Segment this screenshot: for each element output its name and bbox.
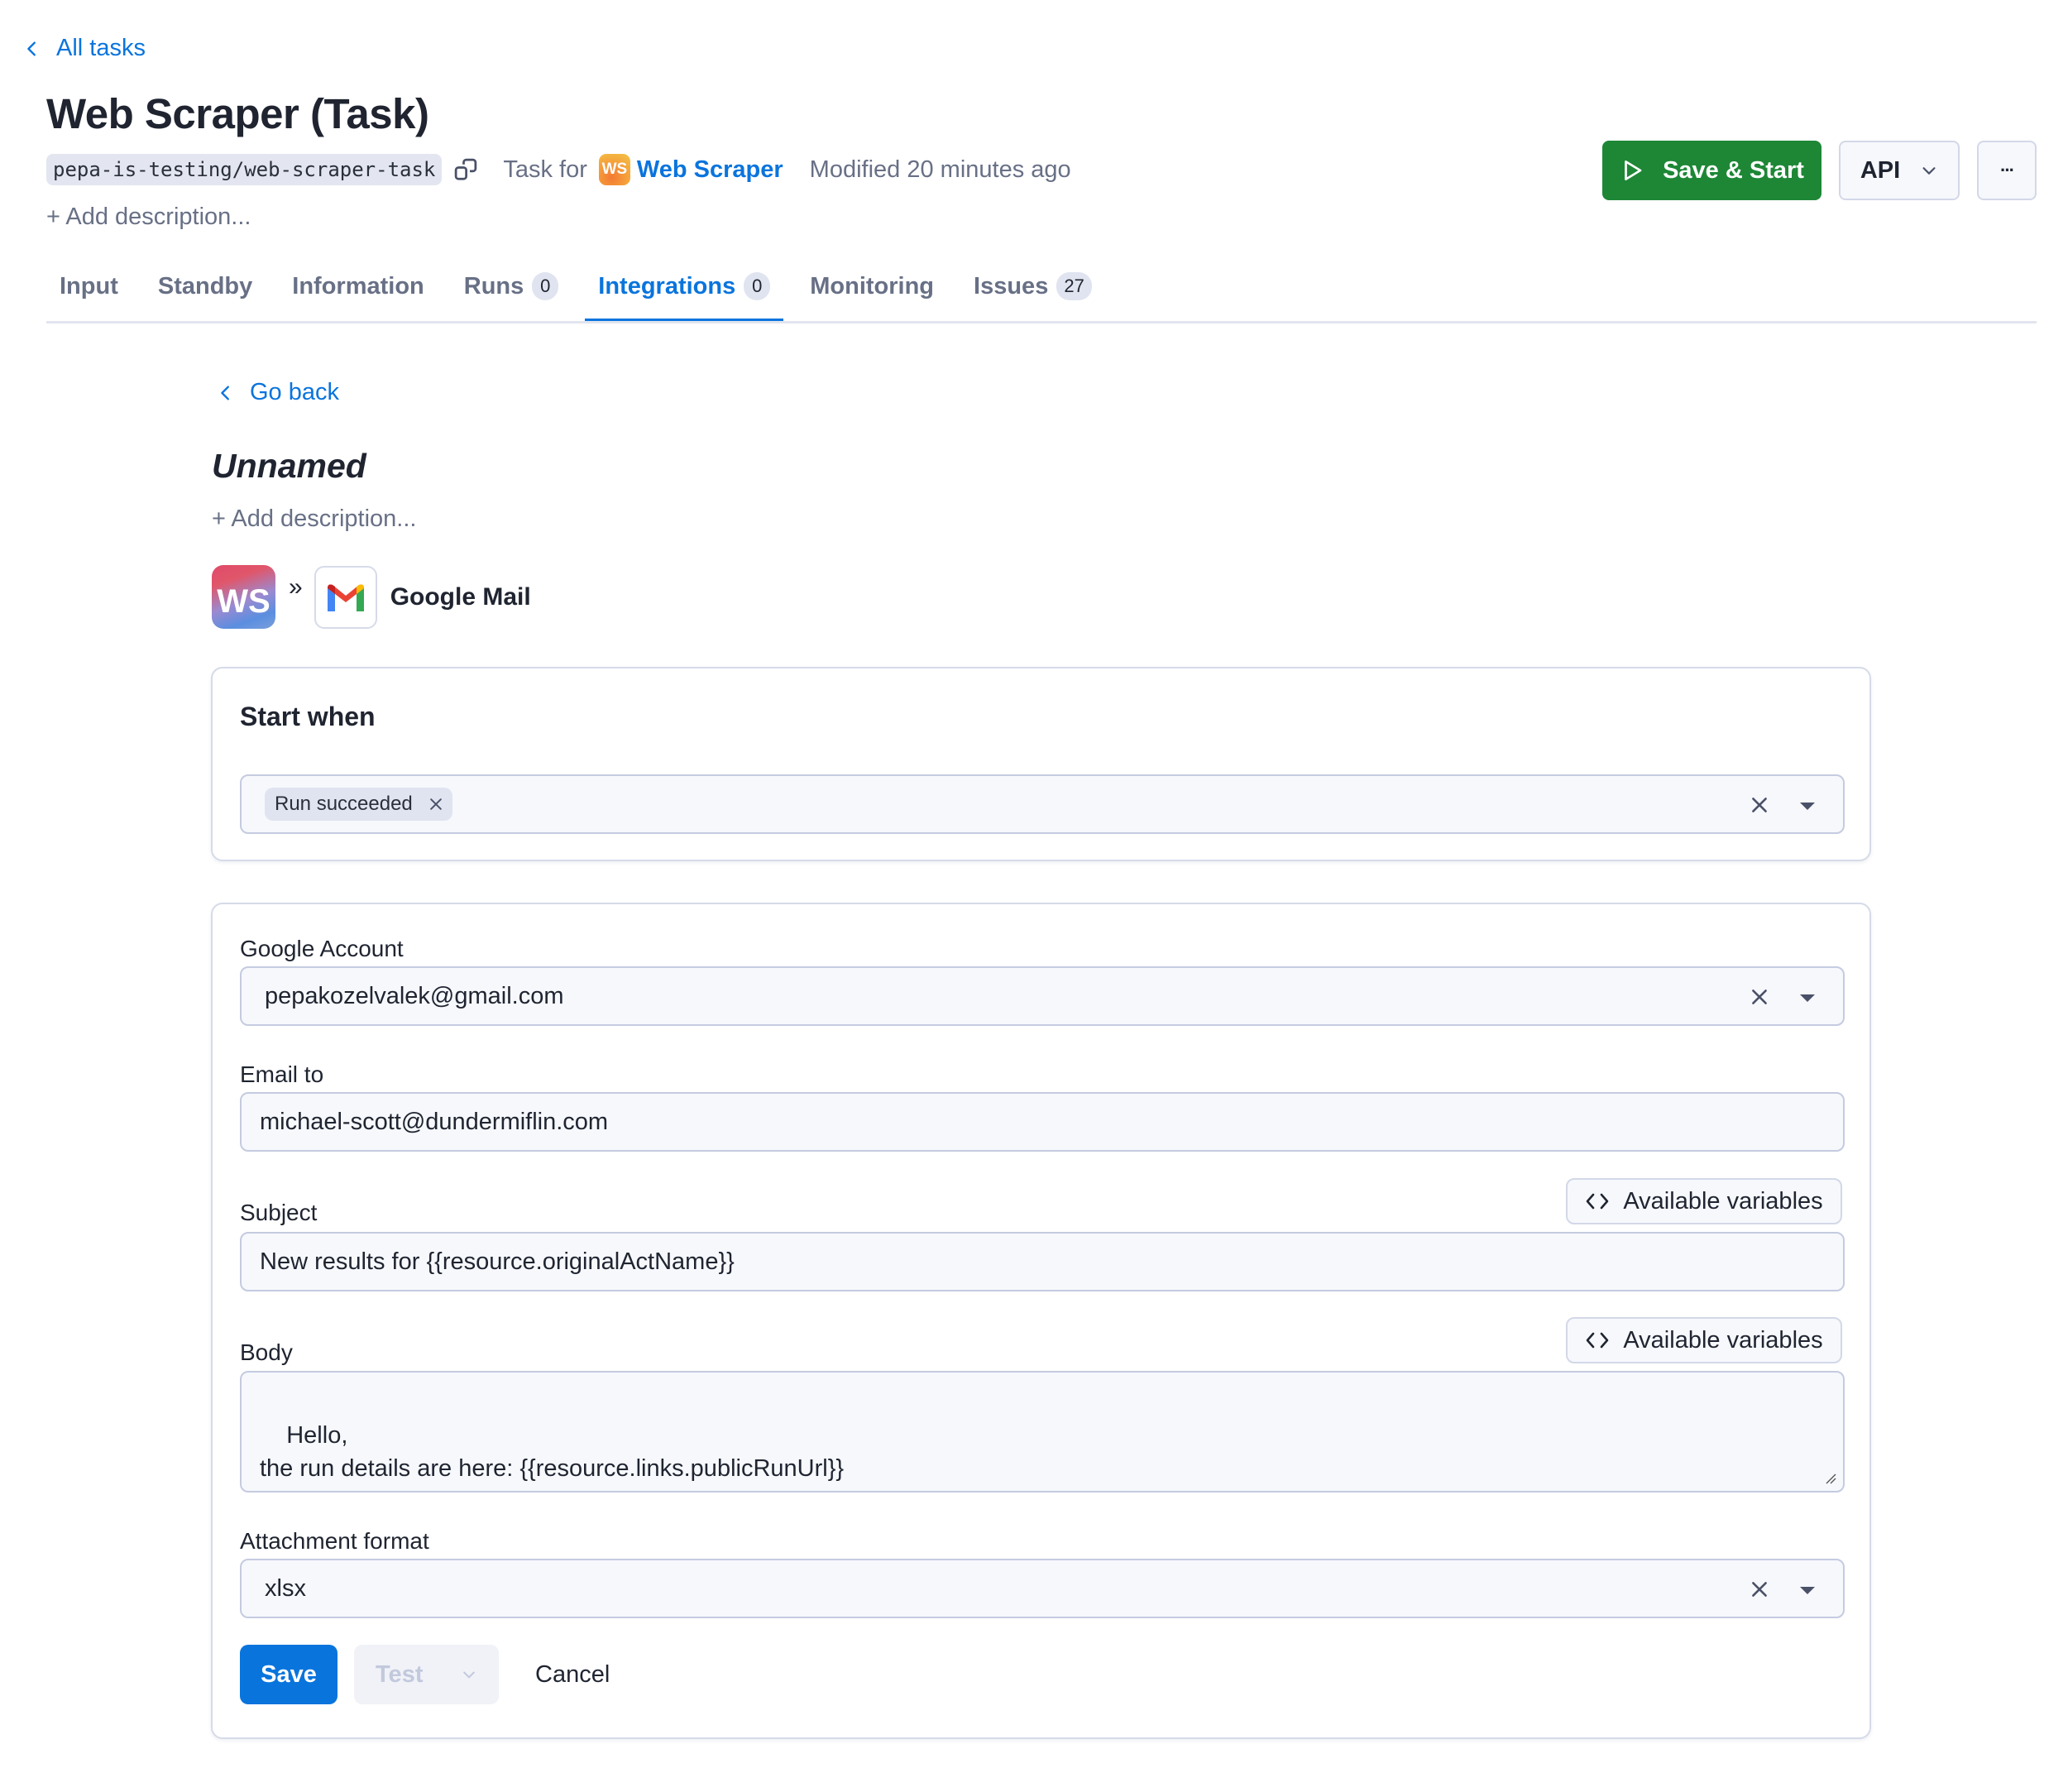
target-app-name: Google Mail: [390, 582, 531, 611]
chevron-down-icon: [463, 1671, 476, 1679]
resize-handle-icon[interactable]: [1823, 1471, 1836, 1484]
email-to-value: michael-scott@dundermiflin.com: [260, 1108, 609, 1135]
double-chevron-right-icon: »: [289, 573, 303, 601]
start-when-title: Start when: [240, 702, 376, 731]
save-and-start-label: Save & Start: [1663, 156, 1804, 184]
chevron-left-icon: [27, 41, 36, 56]
email-to-label: Email to: [240, 1061, 324, 1087]
tab-divider: [46, 321, 2037, 323]
google-account-value: pepakozelvalek@gmail.com: [265, 982, 564, 1009]
event-chip: Run succeeded: [265, 788, 452, 821]
body-value: Hello, the run details are here: {{resou…: [260, 1422, 845, 1482]
dropdown-caret-icon[interactable]: [1800, 803, 1815, 810]
dropdown-caret-icon[interactable]: [1800, 994, 1815, 1002]
save-button[interactable]: Save: [240, 1645, 337, 1704]
api-dropdown-button[interactable]: API: [1839, 141, 1960, 200]
tab-label: Information: [292, 272, 424, 299]
tab-integrations[interactable]: Integrations 0: [585, 263, 784, 323]
web-scraper-badge-icon: WS: [598, 154, 630, 185]
all-tasks-label: All tasks: [56, 35, 146, 61]
tab-bar: Input Standby Information Runs 0 Integrat…: [46, 263, 1118, 323]
save-and-start-button[interactable]: Save & Start: [1602, 141, 1821, 200]
code-brackets-icon: [1587, 1332, 1609, 1349]
tab-input[interactable]: Input: [46, 263, 132, 309]
google-account-label: Google Account: [240, 936, 404, 961]
integration-name[interactable]: Unnamed: [212, 447, 366, 486]
body-textarea[interactable]: Hello, the run details are here: {{resou…: [240, 1371, 1845, 1493]
subject-input[interactable]: New results for {{resource.originalActNa…: [240, 1232, 1845, 1291]
start-when-card: Start when Run succeeded: [211, 667, 1871, 861]
api-label: API: [1860, 156, 1901, 184]
clear-icon[interactable]: [1749, 794, 1770, 816]
tab-count-badge: 0: [532, 272, 559, 300]
tab-count-badge: 27: [1056, 272, 1092, 300]
dropdown-caret-icon[interactable]: [1800, 1587, 1815, 1594]
event-chip-label: Run succeeded: [275, 793, 413, 815]
tab-information[interactable]: Information: [279, 263, 438, 309]
tab-issues[interactable]: Issues 27: [960, 263, 1105, 309]
modified-time: Modified 20 minutes ago: [809, 156, 1071, 183]
chevron-left-icon: [221, 385, 229, 400]
body-label: Body: [240, 1339, 293, 1365]
tab-monitoring[interactable]: Monitoring: [797, 263, 947, 309]
gmail-settings-card: Google Account pepakozelvalek@gmail.com …: [211, 903, 1871, 1739]
tab-label: Monitoring: [810, 272, 935, 299]
tab-label: Runs: [463, 272, 524, 299]
code-brackets-icon: [1587, 1193, 1609, 1210]
tab-runs[interactable]: Runs 0: [451, 263, 572, 309]
subject-label: Subject: [240, 1200, 318, 1225]
email-to-input[interactable]: michael-scott@dundermiflin.com: [240, 1092, 1845, 1152]
available-variables-label: Available variables: [1623, 1326, 1823, 1354]
web-scraper-icon: WS: [212, 565, 275, 629]
ellipsis-icon: ···: [2000, 160, 2015, 180]
tab-label: Issues: [974, 272, 1049, 299]
clear-icon[interactable]: [1749, 1579, 1770, 1600]
remove-chip-icon[interactable]: [428, 796, 444, 812]
page-title: Web Scraper (Task): [46, 90, 429, 137]
tab-label: Input: [60, 272, 118, 299]
task-meta-row: pepa-is-testing/web-scraper-task Task fo…: [46, 154, 1071, 185]
task-slug: pepa-is-testing/web-scraper-task: [46, 154, 443, 185]
start-when-select[interactable]: Run succeeded: [240, 774, 1845, 834]
subject-value: New results for {{resource.originalActNa…: [260, 1248, 735, 1275]
attachment-format-value: xlsx: [265, 1574, 306, 1602]
add-description-link[interactable]: + Add description...: [46, 204, 251, 231]
chevron-down-icon: [1922, 167, 1936, 175]
gmail-icon: [314, 565, 377, 629]
tab-label: Standby: [157, 272, 253, 299]
go-back-label: Go back: [250, 379, 339, 405]
tab-label: Integrations: [598, 272, 736, 299]
available-variables-label: Available variables: [1623, 1187, 1823, 1215]
go-back-link[interactable]: Go back: [217, 379, 339, 406]
tab-count-badge: 0: [744, 272, 771, 300]
body-available-variables-button[interactable]: Available variables: [1566, 1317, 1842, 1363]
integration-flow: WS » Google Mail: [212, 565, 531, 629]
play-icon: [1625, 161, 1642, 180]
google-account-select[interactable]: pepakozelvalek@gmail.com: [240, 966, 1845, 1026]
clear-icon[interactable]: [1749, 986, 1770, 1008]
more-options-button[interactable]: ···: [1977, 141, 2037, 200]
all-tasks-link[interactable]: All tasks: [23, 35, 146, 62]
copy-icon[interactable]: [453, 157, 478, 182]
test-button[interactable]: Test: [354, 1645, 499, 1704]
cancel-button[interactable]: Cancel: [535, 1645, 610, 1704]
test-label: Test: [376, 1660, 424, 1688]
tab-standby[interactable]: Standby: [145, 263, 266, 309]
actor-link[interactable]: Web Scraper: [637, 156, 783, 184]
task-for-label: Task for: [503, 156, 587, 183]
subject-available-variables-button[interactable]: Available variables: [1566, 1178, 1842, 1224]
attachment-format-select[interactable]: xlsx: [240, 1559, 1845, 1618]
integration-add-description-link[interactable]: + Add description...: [212, 505, 416, 533]
attachment-format-label: Attachment format: [240, 1528, 429, 1554]
